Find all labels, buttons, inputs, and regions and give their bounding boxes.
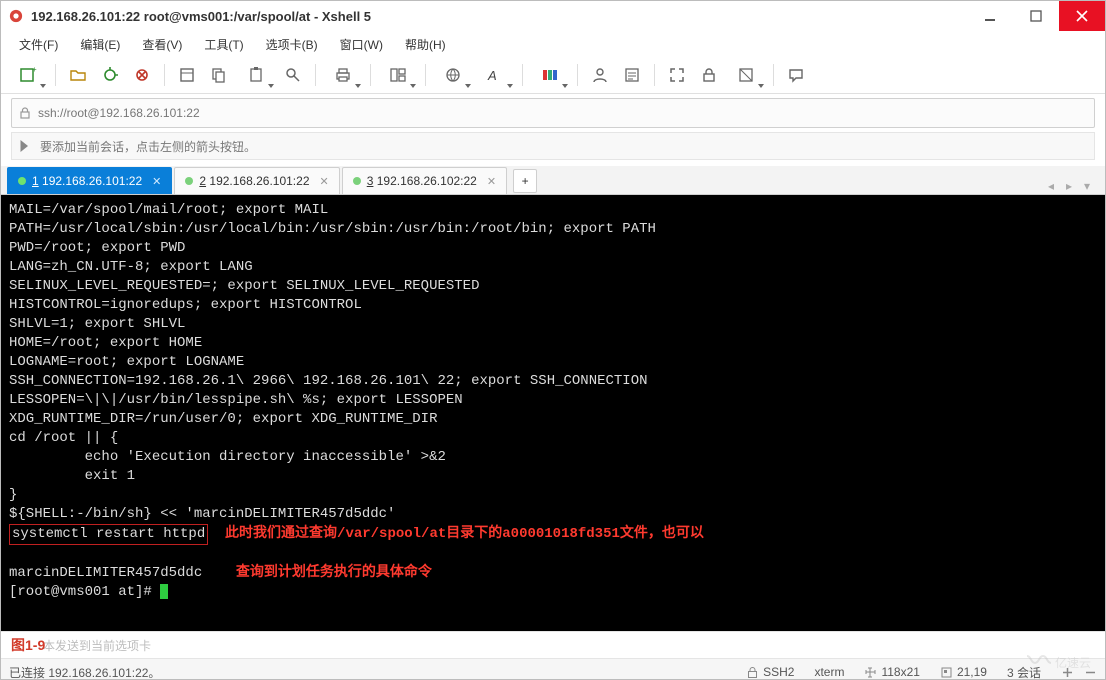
chat-button[interactable] xyxy=(782,61,810,89)
status-size: 118x21 xyxy=(881,665,919,679)
menu-edit[interactable]: 编辑(E) xyxy=(72,34,128,55)
status-dot-icon xyxy=(353,177,361,185)
hint-text: 要添加当前会话，点击左侧的箭头按钮。 xyxy=(40,138,256,155)
session-tab-1[interactable]: 1 192.168.26.101:22 ✕ xyxy=(7,167,172,194)
cursor-pos-icon xyxy=(940,666,953,679)
script-button[interactable] xyxy=(618,61,646,89)
resize-icon xyxy=(864,666,877,679)
new-session-button[interactable]: + xyxy=(9,61,47,89)
lock-button[interactable] xyxy=(695,61,723,89)
toolbar: + A xyxy=(1,57,1105,94)
layout-button[interactable] xyxy=(379,61,417,89)
menu-view[interactable]: 查看(V) xyxy=(134,34,190,55)
transparency-button[interactable] xyxy=(727,61,765,89)
session-tab-3[interactable]: 3 192.168.26.102:22 ✕ xyxy=(342,167,507,194)
fullscreen-button[interactable] xyxy=(663,61,691,89)
session-tab-2[interactable]: 2 192.168.26.101:22 ✕ xyxy=(174,167,339,194)
window-title: 192.168.26.101:22 root@vms001:/var/spool… xyxy=(31,9,967,24)
add-session-arrow-button[interactable] xyxy=(16,137,34,155)
user-button[interactable] xyxy=(586,61,614,89)
font-button[interactable]: A xyxy=(476,61,514,89)
print-button[interactable] xyxy=(324,61,362,89)
minimize-button[interactable] xyxy=(967,1,1013,31)
status-connection: 已连接 192.168.26.101:22。 xyxy=(9,664,736,680)
close-button[interactable] xyxy=(1059,1,1105,31)
color-scheme-button[interactable] xyxy=(531,61,569,89)
status-protocol: SSH2 xyxy=(763,665,794,679)
figure-label: 图1-9 xyxy=(11,635,45,655)
tab-list-button[interactable]: ▾ xyxy=(1079,178,1095,194)
status-bar: 已连接 192.168.26.101:22。 SSH2 xterm 118x21… xyxy=(1,659,1105,680)
new-tab-button[interactable]: + xyxy=(513,169,537,193)
annotation-text-2: 查询到计划任务执行的具体命令 xyxy=(236,565,432,581)
paste-button[interactable] xyxy=(237,61,275,89)
svg-text:+: + xyxy=(32,66,37,74)
menu-file[interactable]: 文件(F) xyxy=(11,34,66,55)
svg-text:亿速云: 亿速云 xyxy=(1055,655,1091,670)
close-tab-icon[interactable]: ✕ xyxy=(320,175,329,188)
watermark: 亿速云 xyxy=(1021,652,1101,677)
menu-tools[interactable]: 工具(T) xyxy=(196,34,251,55)
terminal-output[interactable]: MAIL=/var/spool/mail/root; export MAIL P… xyxy=(1,195,1105,631)
terminal-cursor xyxy=(160,584,168,599)
encoding-button[interactable] xyxy=(434,61,472,89)
highlighted-command: systemctl restart httpd xyxy=(9,524,208,545)
app-logo xyxy=(9,9,23,23)
menu-tab[interactable]: 选项卡(B) xyxy=(258,34,326,55)
annotation-text-1: 此时我们通过查询/var/spool/at目录下的a00001018fd351文… xyxy=(225,526,704,542)
properties-button[interactable] xyxy=(173,61,201,89)
open-button[interactable] xyxy=(64,61,92,89)
copy-button[interactable] xyxy=(205,61,233,89)
tab-scroll-left-button[interactable]: ◂ xyxy=(1043,178,1059,194)
status-termtype: xterm xyxy=(814,665,844,679)
close-tab-icon[interactable]: ✕ xyxy=(152,175,161,188)
lock-icon xyxy=(18,106,32,120)
maximize-button[interactable] xyxy=(1013,1,1059,31)
menu-bar: 文件(F) 编辑(E) 查看(V) 工具(T) 选项卡(B) 窗口(W) 帮助(… xyxy=(1,31,1105,57)
address-text[interactable]: ssh://root@192.168.26.101:22 xyxy=(38,106,200,120)
tab-scroll-right-button[interactable]: ▸ xyxy=(1061,178,1077,194)
svg-text:A: A xyxy=(487,68,497,83)
menu-window[interactable]: 窗口(W) xyxy=(332,34,391,55)
send-input-placeholder[interactable]: 本发送到当前选项卡 xyxy=(43,637,151,654)
status-dot-icon xyxy=(185,177,193,185)
reconnect-button[interactable] xyxy=(96,61,124,89)
lock-icon xyxy=(746,666,759,679)
status-dot-icon xyxy=(18,177,26,185)
disconnect-button[interactable] xyxy=(128,61,156,89)
menu-help[interactable]: 帮助(H) xyxy=(397,34,454,55)
find-button[interactable] xyxy=(279,61,307,89)
status-cursor: 21,19 xyxy=(957,665,987,679)
close-tab-icon[interactable]: ✕ xyxy=(487,175,496,188)
